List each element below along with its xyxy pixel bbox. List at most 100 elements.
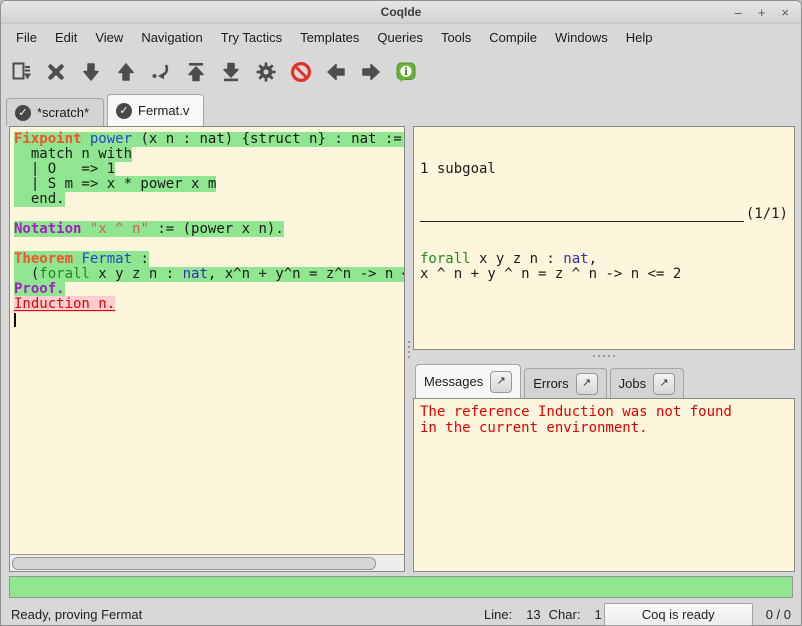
script-pane: Fixpoint power (x n : nat) {struct n} : …	[9, 126, 405, 572]
menu-windows[interactable]: Windows	[546, 26, 617, 49]
message-tab-bar: Messages ↗ Errors ↗ Jobs ↗	[413, 362, 795, 398]
menu-tools[interactable]: Tools	[432, 26, 480, 49]
tab-label: Messages	[424, 374, 483, 389]
code-line: Theorem Fermat :	[14, 252, 404, 267]
worker-counter: 0 / 0	[766, 607, 791, 622]
vertical-splitter[interactable]	[405, 126, 413, 572]
back-button[interactable]	[324, 60, 348, 84]
right-column: 1 subgoal (1/1) forall x y z n : nat,x ^…	[413, 126, 795, 572]
restart-button[interactable]	[184, 60, 208, 84]
goal-lines: forall x y z n : nat,x ^ n + y ^ n = z ^…	[420, 252, 788, 282]
subgoal-header: 1 subgoal	[420, 162, 788, 177]
tab-label: *scratch*	[37, 105, 89, 120]
save-icon	[9, 60, 33, 84]
horizontal-splitter[interactable]	[413, 350, 795, 362]
forward-icon	[359, 60, 383, 84]
detach-icon[interactable]: ↗	[653, 373, 675, 395]
code-line: Fixpoint power (x n : nat) {struct n} : …	[14, 132, 404, 147]
main-area: Fixpoint power (x n : nat) {struct n} : …	[1, 126, 802, 572]
go-to-cursor-button[interactable]	[149, 60, 173, 84]
message-line: in the current environment.	[420, 420, 788, 436]
menu-queries[interactable]: Queries	[368, 26, 432, 49]
about-icon: i	[394, 60, 418, 84]
menu-file[interactable]: File	[7, 26, 46, 49]
window-controls: – + ×	[735, 6, 801, 19]
go-to-end-icon	[219, 60, 243, 84]
menu-help[interactable]: Help	[617, 26, 662, 49]
cursor-line	[14, 312, 404, 327]
char-label: Char:	[549, 607, 581, 622]
code-editor[interactable]: Fixpoint power (x n : nat) {struct n} : …	[10, 127, 404, 554]
document-tab-bar: ✓ *scratch* ✓ Fermat.v	[1, 93, 801, 126]
code-line: (forall x y z n : nat, x^n + y^n = z^n -…	[14, 267, 404, 282]
code-line: Notation "x ^ n" := (power x n).	[14, 222, 404, 237]
title-bar: CoqIde – + ×	[1, 1, 801, 24]
progress-bar-area	[1, 572, 801, 600]
svg-text:i: i	[404, 67, 408, 78]
save-button[interactable]	[9, 60, 33, 84]
code-line: end.	[14, 192, 404, 207]
code-line: x ^ n + y ^ n = z ^ n -> n <= 2	[420, 267, 788, 282]
maximize-button[interactable]: +	[758, 6, 766, 19]
tab-jobs[interactable]: Jobs ↗	[610, 368, 684, 398]
tab-scratch[interactable]: ✓ *scratch*	[6, 98, 104, 126]
coqide-window: CoqIde – + × FileEditViewNavigationTry T…	[0, 0, 802, 626]
coq-status: Coq is ready	[604, 603, 753, 626]
step-backward-button[interactable]	[114, 60, 138, 84]
text-cursor	[14, 313, 16, 327]
close-doc-icon	[44, 60, 68, 84]
about-button[interactable]: i	[394, 60, 418, 84]
status-right: Line: 13 Char: 1 Coq is ready 0 / 0	[484, 603, 791, 626]
tab-errors[interactable]: Errors ↗	[524, 368, 606, 398]
toolbar: i	[1, 51, 801, 93]
tab-fermat.v[interactable]: ✓ Fermat.v	[107, 94, 204, 126]
goal-panel[interactable]: 1 subgoal (1/1) forall x y z n : nat,x ^…	[413, 126, 795, 350]
make-button[interactable]	[254, 60, 278, 84]
code-line: Induction n.	[14, 297, 404, 312]
horizontal-scrollbar[interactable]	[10, 554, 404, 571]
status-bar: Ready, proving Fermat Line: 13 Char: 1 C…	[1, 600, 801, 626]
close-button[interactable]: ×	[781, 6, 789, 19]
menu-templates[interactable]: Templates	[291, 26, 368, 49]
menu-edit[interactable]: Edit	[46, 26, 86, 49]
goal-separator: (1/1)	[420, 207, 788, 222]
char-value: 1	[594, 607, 601, 622]
tab-label: Jobs	[619, 376, 646, 391]
detach-icon[interactable]: ↗	[576, 373, 598, 395]
menu-try-tactics[interactable]: Try Tactics	[212, 26, 291, 49]
messages-panel[interactable]: The reference Induction was not foundin …	[413, 398, 795, 572]
tab-messages[interactable]: Messages ↗	[415, 364, 521, 398]
code-line: match n with	[14, 147, 404, 162]
checkmark-icon: ✓	[15, 105, 31, 121]
interrupt-icon	[289, 60, 313, 84]
go-to-end-button[interactable]	[219, 60, 243, 84]
menu-bar: FileEditViewNavigationTry TacticsTemplat…	[1, 24, 801, 51]
tab-label: Errors	[533, 376, 568, 391]
tab-label: Fermat.v	[138, 103, 189, 118]
interrupt-button[interactable]	[289, 60, 313, 84]
status-message: Ready, proving Fermat	[11, 607, 142, 622]
code-line: | S m => x * power x m	[14, 177, 404, 192]
menu-compile[interactable]: Compile	[480, 26, 546, 49]
message-line: The reference Induction was not found	[420, 404, 788, 420]
close-doc-button[interactable]	[44, 60, 68, 84]
subgoal-counter: (1/1)	[746, 207, 788, 222]
menu-navigation[interactable]: Navigation	[132, 26, 211, 49]
step-forward-button[interactable]	[79, 60, 103, 84]
step-forward-icon	[79, 60, 103, 84]
go-to-cursor-icon	[149, 60, 173, 84]
menu-view[interactable]: View	[86, 26, 132, 49]
code-line: forall x y z n : nat,	[420, 252, 788, 267]
code-line	[14, 237, 404, 252]
line-label: Line:	[484, 607, 512, 622]
back-icon	[324, 60, 348, 84]
step-backward-icon	[114, 60, 138, 84]
code-line: | O => 1	[14, 162, 404, 177]
line-value: 13	[526, 607, 540, 622]
checkmark-icon: ✓	[116, 103, 132, 119]
make-icon	[254, 60, 278, 84]
forward-button[interactable]	[359, 60, 383, 84]
horizontal-scrollbar-thumb[interactable]	[12, 557, 376, 570]
detach-icon[interactable]: ↗	[490, 371, 512, 393]
minimize-button[interactable]: –	[735, 6, 742, 19]
